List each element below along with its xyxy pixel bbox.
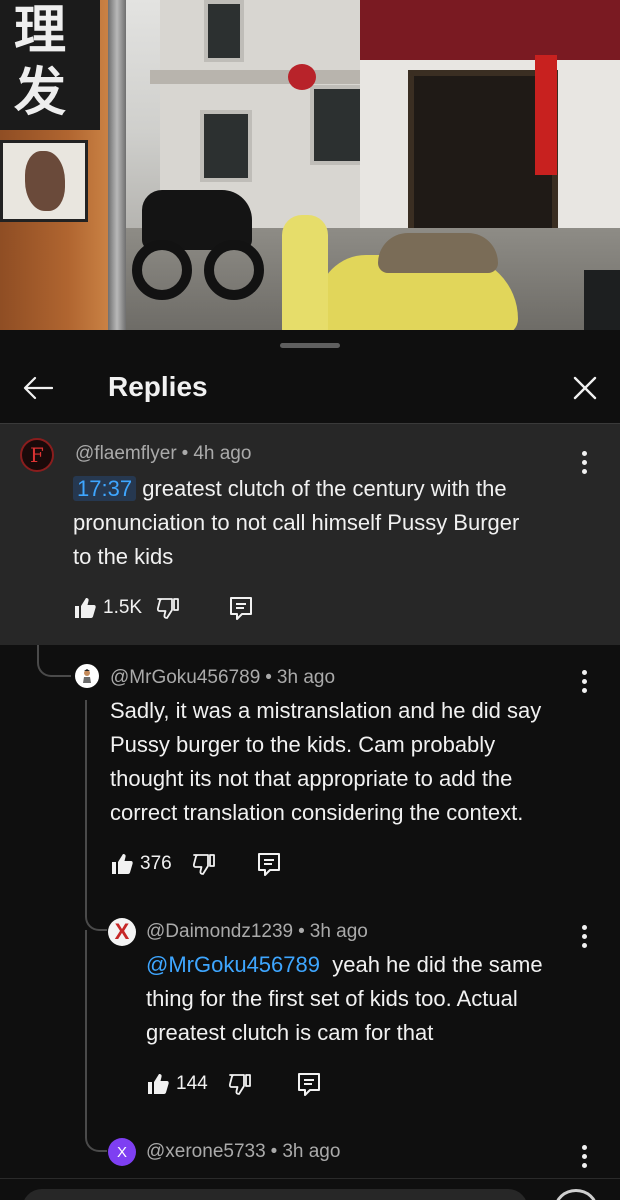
video-scene-shop: [360, 0, 620, 240]
comment-line: greatest clutch is cam for that: [146, 1020, 434, 1045]
comment-line: yeah he did the same: [332, 952, 543, 977]
comment-text: @MrGoku456789 yeah he did the same thing…: [146, 948, 616, 1050]
comment-icon: [297, 1073, 320, 1096]
close-icon: [573, 376, 597, 400]
meta-separator: •: [265, 667, 272, 688]
avatar[interactable]: X: [108, 1138, 136, 1166]
thumb-up-icon: [75, 598, 96, 618]
close-button[interactable]: [563, 366, 607, 410]
video-scene-pole: [108, 0, 126, 330]
like-count: 1.5K: [103, 597, 143, 618]
thread-line: [85, 930, 87, 1120]
video-scene-motorcycle: [132, 170, 264, 300]
comment-meta: @Daimondz1239 • 3h ago: [146, 921, 368, 943]
comment-line: Pussy burger to the kids. Cam probably: [110, 732, 496, 757]
avatar-letter: X: [116, 1143, 127, 1161]
thumb-down-icon: [228, 1074, 251, 1095]
reply-button[interactable]: [256, 851, 282, 877]
meta-separator: •: [298, 921, 305, 942]
page-title: Replies: [108, 371, 208, 402]
comment-line: greatest clutch of the century with the: [142, 476, 507, 501]
more-vert-icon: [581, 450, 587, 456]
comment-author[interactable]: @xerone5733: [146, 1141, 266, 1162]
like-count: 144: [176, 1073, 208, 1094]
back-arrow-icon: [23, 376, 53, 400]
video-sign-char-2: 发: [14, 63, 67, 123]
comment-time: 4h ago: [193, 443, 252, 464]
comment-meta: @MrGoku456789 • 3h ago: [110, 667, 335, 689]
comment-author[interactable]: @Daimondz1239: [146, 921, 293, 942]
comment-line: to the kids: [73, 544, 174, 569]
more-vert-icon: [581, 924, 587, 930]
comment-time: 3h ago: [276, 667, 336, 688]
mention-link[interactable]: @MrGoku456789: [146, 952, 320, 977]
dislike-button[interactable]: [156, 596, 180, 620]
avatar-letter: F: [30, 443, 44, 467]
video-scene-barbershop: 理 发: [0, 0, 120, 330]
avatar[interactable]: [75, 664, 99, 688]
video-scene-bin: [584, 270, 620, 330]
replies-header: Replies: [0, 360, 620, 416]
comment-actions: 376: [110, 846, 282, 882]
emoji-icon[interactable]: [554, 1189, 598, 1200]
reply-button[interactable]: [228, 595, 254, 621]
comment-actions: 1.5K: [73, 590, 254, 626]
video-player[interactable]: 理 发: [0, 0, 620, 330]
like-button[interactable]: 376: [110, 852, 172, 876]
thread-line: [85, 700, 87, 910]
like-button[interactable]: 1.5K: [73, 596, 142, 620]
comment-author[interactable]: @flaemflyer: [75, 443, 177, 464]
thread-connector: [85, 895, 107, 931]
avatar[interactable]: F: [20, 438, 54, 472]
dislike-button[interactable]: [192, 852, 216, 876]
comment-time: 3h ago: [282, 1141, 341, 1162]
like-count: 376: [140, 853, 172, 874]
comment-line: pronunciation to not call himself Pussy …: [73, 510, 520, 535]
comment-line: thing for the first set of kids too. Act…: [146, 986, 518, 1011]
comment-meta: @xerone5733 • 3h ago: [146, 1141, 340, 1163]
parent-comment: F @flaemflyer • 4h ago 17:37 greatest clut…: [0, 424, 620, 645]
comment-icon: [257, 853, 280, 876]
comment-line: thought its not that appropriate to add …: [110, 766, 513, 791]
avatar[interactable]: X: [108, 918, 136, 946]
thread-connector: [37, 645, 71, 677]
thumb-up-icon: [148, 1074, 169, 1094]
comment-meta: @flaemflyer • 4h ago: [75, 443, 251, 465]
more-vert-icon: [581, 669, 587, 675]
comment-text: 17:37 greatest clutch of the century wit…: [73, 472, 613, 574]
comment-line: correct translation considering the cont…: [110, 800, 524, 825]
like-button[interactable]: 144: [146, 1072, 208, 1096]
thumb-up-icon: [112, 854, 133, 874]
more-options-button[interactable]: [569, 1138, 599, 1174]
dislike-button[interactable]: [228, 1072, 252, 1096]
comment-text: Sadly, it was a mistranslation and he di…: [110, 694, 610, 830]
thumb-down-icon: [192, 854, 215, 875]
video-scene-scooter: [258, 215, 518, 330]
comment-icon: [230, 597, 253, 620]
meta-separator: •: [181, 443, 189, 464]
comment-author[interactable]: @MrGoku456789: [110, 667, 260, 688]
replies-sheet: Replies F @flaemflyer • 4h ago 17:37 great…: [0, 330, 620, 1200]
thumb-down-icon: [157, 598, 179, 619]
reply-button[interactable]: [296, 1071, 322, 1097]
video-sign-char-1: 理: [14, 1, 67, 61]
meta-separator: •: [270, 1141, 278, 1162]
comment-actions: 144: [146, 1066, 322, 1102]
reply-composer: [0, 1178, 620, 1200]
thread-connector: [85, 1114, 107, 1152]
comment-line: Sadly, it was a mistranslation and he di…: [110, 698, 542, 723]
drag-handle[interactable]: [280, 343, 340, 348]
back-button[interactable]: [16, 366, 60, 410]
timestamp-link[interactable]: 17:37: [73, 476, 137, 501]
comment-time: 3h ago: [309, 921, 368, 942]
reply-input[interactable]: [22, 1189, 528, 1200]
avatar-letter: X: [114, 919, 130, 944]
avatar-figure-icon: [83, 669, 91, 683]
video-scene-lantern: [288, 64, 316, 90]
more-vert-icon: [581, 1144, 587, 1150]
